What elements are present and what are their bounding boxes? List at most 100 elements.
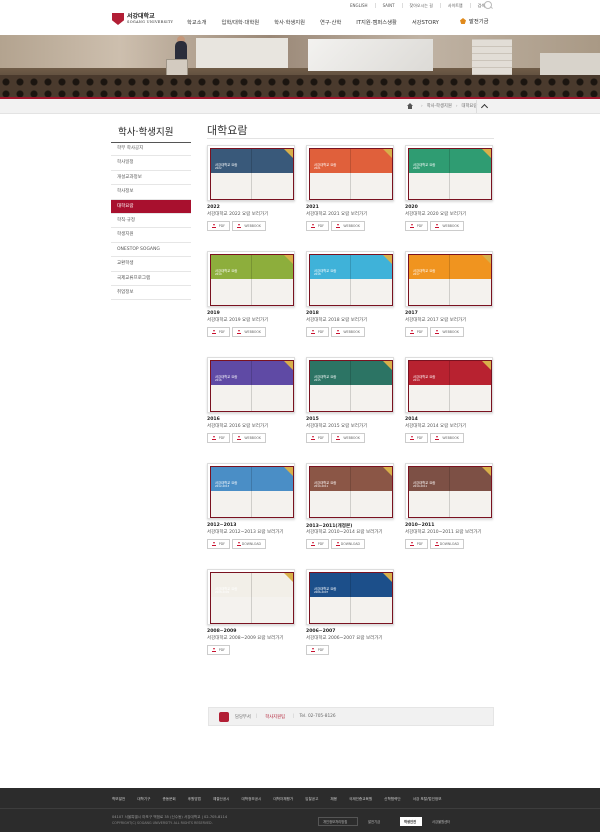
sidebar-item[interactable]: 대학요람 [111,199,191,214]
yearbook-link[interactable]: 서강대학교 2020 요람 보러가기 [405,211,466,217]
sidebar-item[interactable]: 국제교류프로그램 [111,272,191,286]
pdf-button[interactable]: PDF [405,221,428,231]
pdf-button[interactable]: PDF [405,433,428,443]
pdf-button[interactable]: PDF [306,221,329,231]
download-button[interactable]: DOWNLOAD [331,539,365,549]
button-label: WEBBOOK [442,330,459,334]
yearbook-link[interactable]: 서강대학교 2015 요람 보러가기 [306,423,367,429]
sidebar-item[interactable]: 학칙·규정 [111,214,191,229]
webbook-button[interactable]: WEBBOOK [232,327,266,337]
util-link-english[interactable]: ENGLISH [343,2,376,8]
util-link-sitemap[interactable]: 사이트맵 [441,2,471,8]
pdf-button[interactable]: PDF [306,327,329,337]
yearbook-cover[interactable]: 서강대학교 요람 2006-2007 [306,569,394,625]
safety-badge[interactable]: 학생안전 [400,817,422,826]
nav-item-fund[interactable]: 발전기금 [460,17,489,25]
yearbook-link[interactable]: 서강대학교 2010~2011 요람 보러가기 [405,529,482,535]
footer-link[interactable]: 입찰공고 [305,797,318,802]
yearbook-link[interactable]: 서강대학교 2021 요람 보러가기 [306,211,367,217]
footer-link[interactable]: 총동문회 [162,797,175,802]
center-badge[interactable]: 서강불원센터 [428,817,458,826]
footer-link[interactable]: 후원방법 [188,797,201,802]
yearbook-link[interactable]: 서강대학교 2022 요람 보러가기 [207,211,268,217]
yearbook-cover[interactable]: 서강대학교 요람 2022 [207,145,295,201]
webbook-button[interactable]: WEBBOOK [430,221,464,231]
sidebar-item[interactable]: 교환학생 [111,257,191,272]
yearbook-link[interactable]: 서강대학교 2012~2013 요람 보러가기 [207,529,284,535]
yearbook-cover[interactable]: 서강대학교 요람 2021 [306,145,394,201]
webbook-button[interactable]: WEBBOOK [331,221,365,231]
yearbook-link[interactable]: 서강대학교 2014 요람 보러가기 [405,423,466,429]
sidebar-item[interactable]: 학사일정 [111,156,191,171]
yearbook-cover[interactable]: 서강대학교 요람 2014 [405,357,493,413]
download-icon [212,330,216,334]
nav-item-about[interactable]: 학교소개 [187,18,207,26]
yearbook-link[interactable]: 서강대학교 2006~2007 요람 보러가기 [306,635,383,641]
yearbook-link[interactable]: 서강대학교 2008~2009 요람 보러가기 [207,635,284,641]
yearbook-cover[interactable]: 서강대학교 요람 2010-2011 [405,463,493,519]
yearbook-link[interactable]: 서강대학교 2010~2014 요람 보러가기 [306,529,383,535]
pdf-button[interactable]: PDF [207,433,230,443]
breadcrumb-toggle[interactable] [476,100,492,113]
logo[interactable]: 서강대학교 SOGANG UNIVERSITY [112,13,173,25]
yearbook-cover[interactable]: 서강대학교 요람 2015 [306,357,394,413]
privacy-policy-link[interactable]: 개인정보처리방침 [318,817,358,826]
webbook-button[interactable]: WEBBOOK [331,433,365,443]
util-link-directions[interactable]: 찾아오시는 길 [403,2,441,8]
download-button[interactable]: DOWNLOAD [430,539,464,549]
webbook-button[interactable]: WEBBOOK [430,433,464,443]
footer-link[interactable]: 채용 [330,797,337,802]
sidebar-item[interactable]: 학사정보 [111,185,191,200]
nav-item-academic[interactable]: 학사·학생지원 [274,18,305,26]
pdf-button[interactable]: PDF [306,539,329,549]
webbook-button[interactable]: WEBBOOK [331,327,365,337]
yearbook-cover[interactable]: 서강대학교 요람 2010-2011 [306,463,394,519]
search-icon[interactable] [484,1,492,9]
yearbook-link[interactable]: 서강대학교 2016 요람 보러가기 [207,423,268,429]
footer-link[interactable]: 국제인증교육원 [349,797,372,802]
nav-item-research[interactable]: 연구·산학 [320,18,341,26]
sidebar-item[interactable]: 개설교과정보 [111,171,191,186]
pdf-button[interactable]: PDF [405,539,428,549]
sidebar-item[interactable]: 학부 학사공지 [111,142,191,157]
sidebar-item[interactable]: 학생지원 [111,228,191,243]
yearbook-cover[interactable]: 서강대학교 요람 2012-2013 [207,463,295,519]
home-icon[interactable] [407,103,413,109]
download-button[interactable]: DOWNLOAD [232,539,266,549]
sidebar-item[interactable]: 취업정보 [111,286,191,301]
pdf-button[interactable]: PDF [207,645,230,655]
pdf-button[interactable]: PDF [207,221,230,231]
yearbook-cover[interactable]: 서강대학교 요람 2008-2009 [207,569,295,625]
pdf-button[interactable]: PDF [207,327,230,337]
footer-link[interactable]: 신학협력단 [384,797,401,802]
footer-link[interactable]: 대학기구 [137,797,150,802]
sidebar-item[interactable]: ONESTOP SOGANG [111,243,191,258]
fund-badge[interactable]: 발전기금 [364,817,394,826]
footer-link[interactable]: 예결산공시 [213,797,230,802]
pdf-button[interactable]: PDF [405,327,428,337]
nav-item-story[interactable]: 서강STORY [412,18,439,26]
pdf-button[interactable]: PDF [306,433,329,443]
util-link-saint[interactable]: SAINT [376,2,403,8]
nav-item-admission[interactable]: 입학/대학·대학원 [222,18,260,26]
footer-link[interactable]: 대학정보공시 [241,797,261,802]
pdf-button[interactable]: PDF [306,645,329,655]
webbook-button[interactable]: WEBBOOK [232,433,266,443]
yearbook-cover[interactable]: 서강대학교 요람 2019 [207,251,295,307]
footer-link[interactable]: 서강 포탈/법인정보 [413,797,442,802]
breadcrumb-item[interactable]: 학사·학생지원 [427,103,452,109]
yearbook-cover[interactable]: 서강대학교 요람 2016 [207,357,295,413]
yearbook-link[interactable]: 서강대학교 2019 요람 보러가기 [207,317,268,323]
yearbook-cover[interactable]: 서강대학교 요람 2018 [306,251,394,307]
webbook-button[interactable]: WEBBOOK [232,221,266,231]
yearbook-cover[interactable]: 서강대학교 요람 2017 [405,251,493,307]
webbook-button[interactable]: WEBBOOK [430,327,464,337]
footer-link[interactable]: 학보발전 [112,797,125,802]
pdf-button[interactable]: PDF [207,539,230,549]
yearbook-link[interactable]: 서강대학교 2018 요람 보러가기 [306,317,367,323]
footer-link[interactable]: 대학자체평가 [273,797,293,802]
breadcrumb-current[interactable]: 대학요람 [462,103,478,109]
nav-item-campus[interactable]: IT지원·캠퍼스생활 [356,18,397,26]
yearbook-link[interactable]: 서강대학교 2017 요람 보러가기 [405,317,466,323]
yearbook-cover[interactable]: 서강대학교 요람 2020 [405,145,493,201]
